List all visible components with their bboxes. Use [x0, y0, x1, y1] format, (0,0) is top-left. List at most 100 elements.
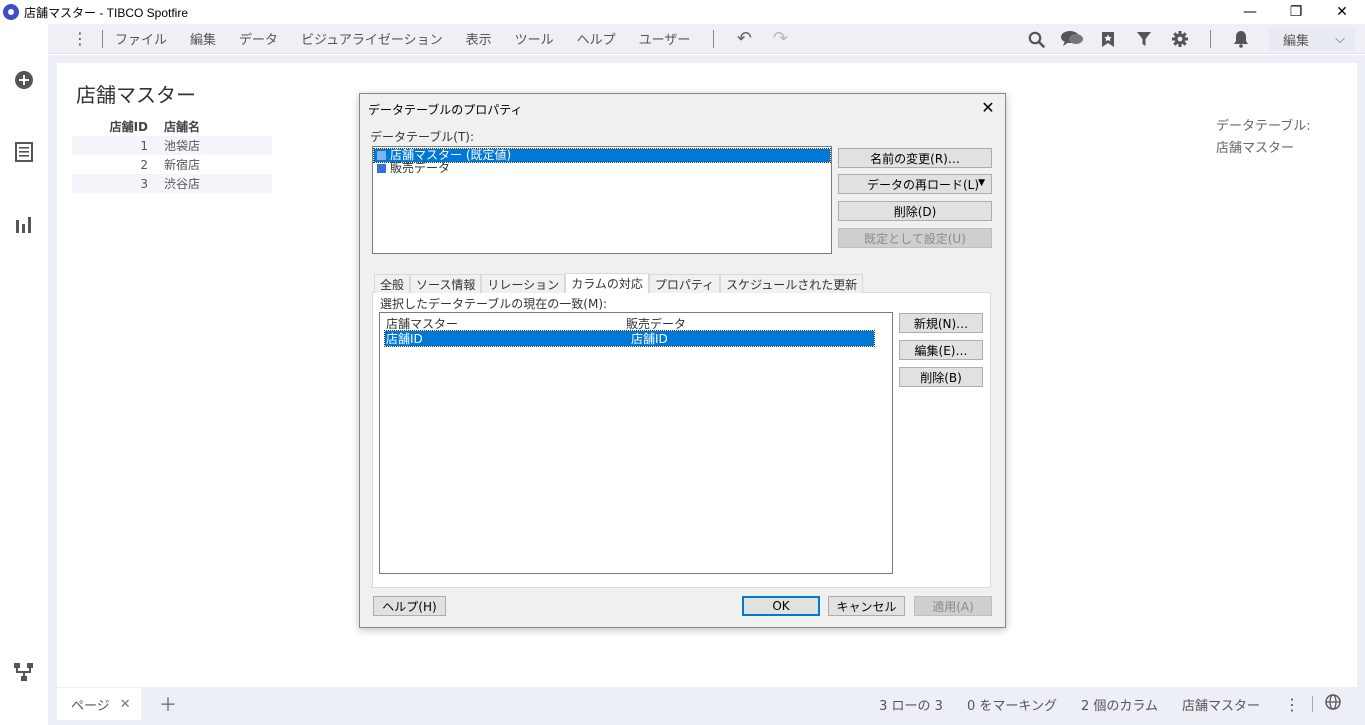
- gear-icon[interactable]: [1168, 27, 1192, 51]
- window-controls: — ❐ ✕: [1227, 0, 1365, 24]
- data-table-item-label: 販売データ: [390, 161, 451, 175]
- chevron-down-icon: ⌵: [1335, 31, 1345, 47]
- window-title: 店舗マスター - TIBCO Spotfire: [24, 5, 189, 20]
- apply-button[interactable]: 適用(A): [914, 596, 992, 616]
- tab-general[interactable]: 全般: [374, 274, 411, 293]
- status-bar: 3 ローの 3 0 をマーキング 2 個のカラム 店舗マスター ⋮: [879, 688, 1365, 720]
- match-list-header: 店舗マスター 販売データ: [380, 315, 892, 331]
- menu-separator: [102, 29, 103, 48]
- edit-match-button[interactable]: 編集(E)…: [899, 340, 983, 360]
- current-matches-label: 選択したデータテーブルの現在の一致(M):: [380, 297, 608, 311]
- tab-scheduled-updates[interactable]: スケジュールされた更新: [720, 274, 864, 293]
- menu-file[interactable]: ファイル: [115, 29, 167, 48]
- redo-icon[interactable]: ↷: [768, 27, 792, 51]
- status-table[interactable]: 店舗マスター: [1182, 695, 1260, 714]
- table-row[interactable]: 2 新宿店: [72, 155, 272, 174]
- add-page-icon[interactable]: ＋: [159, 691, 177, 717]
- tab-source-info[interactable]: ソース情報: [410, 274, 482, 293]
- bottom-bar: ページ ✕ ＋ 3 ローの 3 0 をマーキング 2 個のカラム 店舗マスター …: [57, 688, 1365, 720]
- match-header-left: 店舗マスター: [386, 316, 459, 331]
- close-page-icon[interactable]: ✕: [120, 697, 131, 712]
- bar-chart-icon[interactable]: [12, 212, 36, 236]
- cell-store-name: 池袋店: [164, 139, 201, 153]
- data-tables-label: データテーブル(T):: [370, 130, 475, 144]
- dropdown-caret-icon[interactable]: ▼: [978, 178, 985, 188]
- cell-store-id: 1: [140, 138, 148, 153]
- status-rows: 3 ローの 3: [879, 698, 943, 714]
- close-icon[interactable]: ✕: [979, 98, 997, 117]
- chat-icon[interactable]: [1060, 27, 1084, 51]
- tab-strip: 全般 ソース情報 リレーション カラムの対応 プロパティ スケジュールされた更新: [374, 273, 864, 293]
- status-kebab-icon[interactable]: ⋮: [1284, 695, 1300, 714]
- visualization-title: 店舗マスター: [76, 83, 196, 107]
- column-matches-list[interactable]: 店舗マスター 販売データ 店舗ID 店舗ID: [379, 312, 893, 574]
- data-tables-list[interactable]: 店舗マスター (既定値) 販売データ: [372, 146, 832, 254]
- new-match-button[interactable]: 新規(N)…: [899, 313, 983, 333]
- status-columns: 2 個のカラム: [1080, 698, 1158, 714]
- table-row[interactable]: 1 池袋店: [72, 136, 272, 155]
- status-separator: [1312, 696, 1313, 712]
- mode-select-value: 編集: [1283, 33, 1310, 49]
- search-icon[interactable]: [1024, 27, 1048, 51]
- menu-user[interactable]: ユーザー: [639, 29, 691, 48]
- menu-view[interactable]: 表示: [466, 29, 492, 48]
- menubar: ⋮ ファイル 編集 データ ビジュアライゼーション 表示 ツール ヘルプ ユーザ…: [48, 24, 1365, 54]
- status-marked: 0 をマーキング: [966, 698, 1057, 714]
- restore-button[interactable]: ❐: [1273, 0, 1319, 24]
- spotfire-logo-icon: [3, 4, 19, 20]
- rename-button[interactable]: 名前の変更(R)…: [838, 148, 992, 168]
- column-header-store-name[interactable]: 店舗名: [164, 118, 272, 135]
- data-table-info-label: データテーブル:: [1216, 119, 1311, 134]
- data-panel-icon[interactable]: [12, 140, 36, 164]
- table-icon: [377, 151, 386, 160]
- cell-store-name: 渋谷店: [164, 177, 201, 191]
- page-tab-label: ページ: [71, 698, 110, 714]
- dialog-title: データテーブルのプロパティ: [368, 103, 523, 117]
- data-table-info-value: 店舗マスター: [1216, 141, 1295, 156]
- menu-help[interactable]: ヘルプ: [577, 29, 616, 48]
- mode-select[interactable]: 編集 ⌵: [1269, 27, 1355, 51]
- bell-icon[interactable]: [1229, 27, 1253, 51]
- filter-icon[interactable]: [1132, 27, 1156, 51]
- column-header-store-id[interactable]: 店舗ID: [72, 118, 164, 135]
- set-default-button[interactable]: 既定として設定(U): [838, 228, 992, 248]
- left-rail: [0, 24, 48, 725]
- tab-relations[interactable]: リレーション: [481, 274, 566, 293]
- reload-data-button[interactable]: データの再ロード(L) ▼: [838, 174, 992, 194]
- undo-icon[interactable]: ↶: [732, 27, 756, 51]
- ok-button[interactable]: OK: [742, 596, 820, 616]
- table-visualization[interactable]: 店舗ID 店舗名 1 池袋店 2 新宿店 3 渋谷店: [72, 117, 272, 193]
- match-row[interactable]: 店舗ID 店舗ID: [384, 330, 875, 347]
- match-left-column: 店舗ID: [386, 332, 423, 346]
- menu-visualization[interactable]: ビジュアライゼーション: [301, 29, 443, 48]
- table-row[interactable]: 3 渋谷店: [72, 174, 272, 193]
- cancel-button[interactable]: キャンセル: [828, 596, 905, 616]
- cell-store-id: 2: [140, 157, 148, 172]
- bookmark-icon[interactable]: [1096, 27, 1120, 51]
- menu-separator: [713, 29, 715, 48]
- match-header-right: 販売データ: [626, 316, 687, 331]
- window-titlebar: 店舗マスター - TIBCO Spotfire — ❐ ✕: [0, 0, 1365, 24]
- help-button[interactable]: ヘルプ(H): [373, 596, 446, 616]
- toolbar-separator: [1210, 30, 1211, 48]
- table-header: 店舗ID 店舗名: [72, 117, 272, 136]
- delete-table-button[interactable]: 削除(D): [838, 201, 992, 221]
- globe-icon[interactable]: [1325, 694, 1341, 714]
- menu-data[interactable]: データ: [239, 29, 278, 48]
- tab-properties[interactable]: プロパティ: [648, 274, 721, 293]
- menu-edit[interactable]: 編集: [190, 29, 216, 48]
- data-table-item-sales[interactable]: 販売データ: [374, 162, 830, 175]
- tab-column-matches[interactable]: カラムの対応: [565, 273, 649, 293]
- add-circle-icon[interactable]: [12, 68, 36, 92]
- minimize-button[interactable]: —: [1227, 0, 1273, 24]
- menu-tools[interactable]: ツール: [515, 29, 554, 48]
- data-canvas-icon[interactable]: [12, 660, 36, 684]
- remove-match-button[interactable]: 削除(B): [899, 367, 983, 387]
- reload-data-label: データの再ロード(L): [867, 177, 980, 192]
- match-right-column: 店舗ID: [631, 332, 668, 346]
- cell-store-name: 新宿店: [164, 158, 201, 172]
- page-tab[interactable]: ページ ✕: [57, 688, 141, 720]
- table-icon: [377, 164, 386, 173]
- main-menu-kebab-icon[interactable]: ⋮: [70, 29, 90, 48]
- close-window-button[interactable]: ✕: [1319, 0, 1365, 24]
